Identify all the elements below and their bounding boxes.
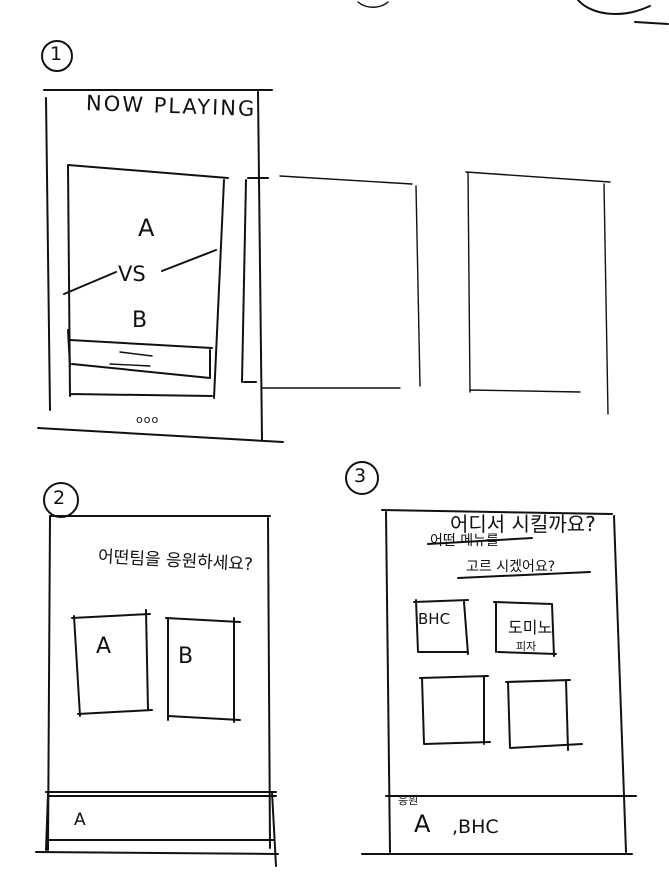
panel1-team-a: A [138,214,155,242]
panel3-option-domino[interactable]: 도미노 [508,614,552,638]
panel3-selection-label: 응원 [398,794,419,807]
panel3-option-3-card [419,675,491,745]
panel2-option-b[interactable]: B [178,644,193,669]
panel3-option-bhc[interactable]: BHC [418,610,450,628]
panel2-option-a-card [71,609,153,717]
panel1-phone-frame [37,89,284,443]
sketch-drawing [35,0,669,867]
panel3-selected-brand: ,BHC [452,816,499,838]
panel2-selected-team: A [74,810,86,830]
panel3-question-line2: 고르 시겠어요? [466,559,556,575]
panel3-option-4-card [505,679,583,751]
panel1-next-card [241,177,269,383]
panel1-team-b: B [132,308,148,333]
panel1-number: 1 [50,43,63,65]
panel3-question-struck: 어떤 메뉴를 [430,533,499,549]
panel1-page-dots[interactable]: ooo [136,413,159,426]
panel3-selected-team: A [414,810,431,838]
corner-scribble [577,0,669,25]
panel2-option-b-card [165,617,241,723]
panel3-option-domino-sub: 피자 [516,640,537,653]
panel3-number: 3 [354,465,367,487]
panel1-third-card [465,171,611,415]
panel2-option-a[interactable]: A [96,634,111,659]
panel2-number: 2 [53,487,66,509]
panel1-vs-label: VS [118,262,146,286]
